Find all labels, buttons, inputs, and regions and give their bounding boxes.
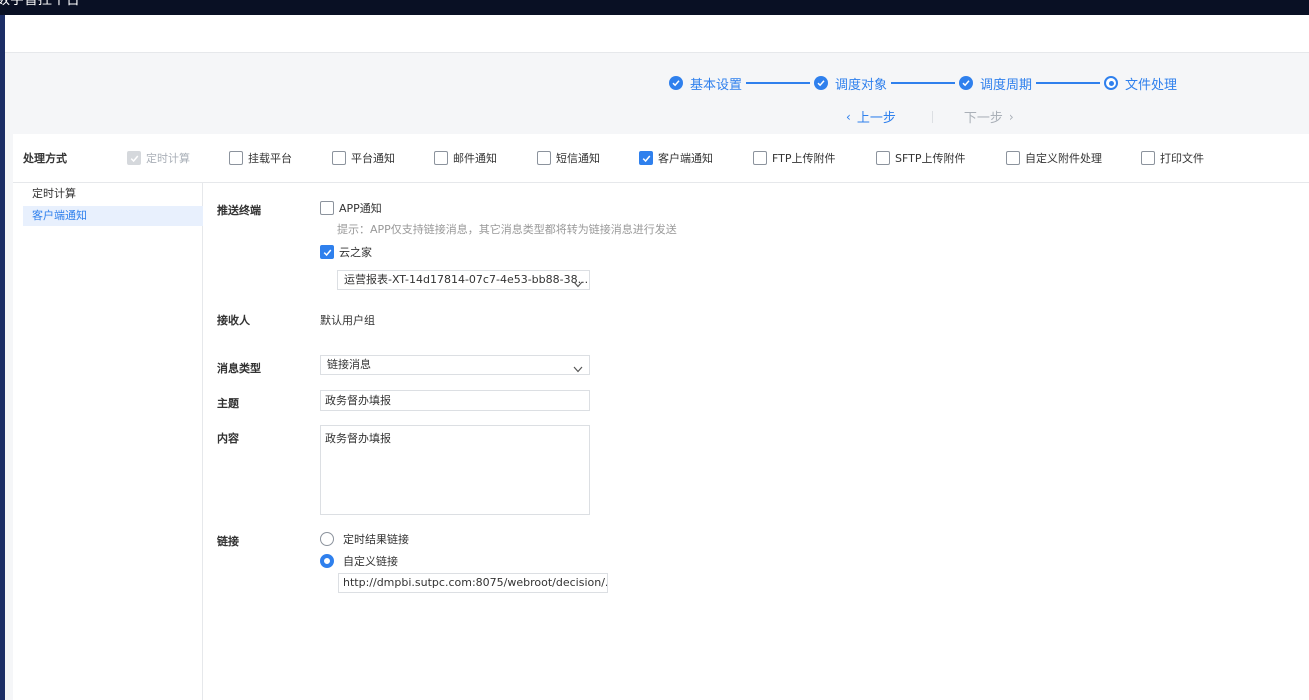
message-type-value: 链接消息 [327,358,371,371]
method-sidebar: 定时计算 客户端通知 [13,183,203,700]
yunzhijia-label: 云之家 [339,246,372,259]
next-step-label: 下一步 [963,111,1003,126]
method-label: 打印文件 [1160,152,1204,165]
link-option-label: 定时结果链接 [343,533,409,546]
method-label: 定时计算 [146,152,190,165]
link-option-label: 自定义链接 [343,555,398,568]
method-sftp-upload[interactable]: SFTP上传附件 [876,150,965,166]
top-bar [5,15,1309,53]
checkbox-icon[interactable] [332,151,346,165]
file-processing-panel: 处理方式 定时计算 挂载平台 平台通知 邮件通知 短信通知 客户端通知 FTP上… [13,134,1309,700]
method-custom-attachment[interactable]: 自定义附件处理 [1006,150,1102,166]
step-connector [891,82,956,84]
message-type-select[interactable]: 链接消息 [320,355,590,375]
step-schedule-period[interactable]: 调度周期 [959,74,1032,93]
method-ftp-upload[interactable]: FTP上传附件 [753,150,836,166]
step-file-processing[interactable]: 文件处理 [1104,74,1177,93]
content-textarea[interactable]: 政务督办填报 [320,425,590,515]
step-connector [1036,82,1101,84]
link-option-custom[interactable]: 自定义链接 [320,553,398,569]
main-window: 基本设置 调度对象 调度周期 文件处理 ‹ 上一步 下一步 › 处理方式 定时计… [5,15,1309,700]
step-label: 文件处理 [1125,77,1178,93]
app-notice-label: APP通知 [339,202,382,215]
method-print-file[interactable]: 打印文件 [1141,150,1204,166]
method-client-notice[interactable]: 客户端通知 [639,150,713,166]
method-label: 邮件通知 [453,152,497,165]
step-basic-settings[interactable]: 基本设置 [669,74,742,93]
chevron-down-icon [573,276,583,289]
step-indicator: 基本设置 调度对象 调度周期 文件处理 [669,73,1177,93]
app-notice-hint: 提示：APP仅支持链接消息，其它消息类型都将转为链接消息进行发送 [337,223,677,236]
step-navigation: ‹ 上一步 下一步 › [840,107,1020,127]
receiver-label: 接收人 [217,314,250,327]
checkbox-icon[interactable] [1141,151,1155,165]
chevron-right-icon: › [1008,109,1014,124]
check-circle-icon [959,76,974,90]
link-label: 链接 [217,535,239,548]
checkbox-icon[interactable] [537,151,551,165]
prev-step-label: 上一步 [856,111,896,126]
next-step-button[interactable]: 下一步 › [963,107,1020,127]
custom-link-input[interactable]: http://dmpbi.sutpc.com:8075/webroot/deci… [338,573,608,593]
yunzhijia-select-value: 运营报表-XT-14d17814-07c7-4e53-bb88-38... [344,273,589,286]
method-label: 挂载平台 [248,152,292,165]
chevron-left-icon: ‹ [846,109,851,124]
step-schedule-target[interactable]: 调度对象 [814,74,887,93]
yunzhijia-option[interactable]: 云之家 [320,244,372,260]
checkbox-checked-icon[interactable] [639,151,653,165]
checkbox-checked-disabled-icon [127,151,141,165]
checkbox-icon[interactable] [1006,151,1020,165]
processing-methods-label: 处理方式 [23,152,67,165]
check-circle-icon [814,76,829,90]
checkbox-checked-icon[interactable] [320,245,334,259]
method-sms-notice[interactable]: 短信通知 [537,150,600,166]
prev-step-button[interactable]: ‹ 上一步 [840,107,896,127]
radio-checked-icon[interactable] [320,554,334,568]
step-label: 基本设置 [690,77,743,93]
subject-label: 主题 [217,397,239,410]
sidebar-item-client-notice[interactable]: 客户端通知 [23,206,203,226]
step-connector [746,82,811,84]
processing-methods-row: 处理方式 定时计算 挂载平台 平台通知 邮件通知 短信通知 客户端通知 FTP上… [13,134,1309,183]
method-mount-platform[interactable]: 挂载平台 [229,150,292,166]
checkbox-icon[interactable] [320,201,334,215]
app-notice-option[interactable]: APP通知 [320,200,382,216]
subject-input[interactable]: 政务督办填报 [320,390,590,411]
app-title: 数字督控平台 [0,0,80,8]
sidebar-item-timed-calc[interactable]: 定时计算 [23,184,203,204]
current-step-icon [1104,76,1119,90]
message-type-label: 消息类型 [217,362,261,375]
radio-icon[interactable] [320,532,334,546]
method-label: 平台通知 [351,152,395,165]
checkbox-icon[interactable] [753,151,767,165]
checkbox-icon[interactable] [434,151,448,165]
method-label: 短信通知 [556,152,600,165]
method-platform-notice[interactable]: 平台通知 [332,150,395,166]
receiver-value: 默认用户组 [320,314,375,327]
checkbox-icon[interactable] [229,151,243,165]
checkbox-icon[interactable] [876,151,890,165]
client-notice-form: 推送终端 APP通知 提示：APP仅支持链接消息，其它消息类型都将转为链接消息进… [203,183,1309,700]
method-timed-calc: 定时计算 [127,150,190,166]
yunzhijia-select[interactable]: 运营报表-XT-14d17814-07c7-4e53-bb88-38... [337,270,590,290]
link-option-timed-result[interactable]: 定时结果链接 [320,531,409,547]
method-email-notice[interactable]: 邮件通知 [434,150,497,166]
nav-divider [931,110,933,123]
method-label: 自定义附件处理 [1025,152,1102,165]
method-label: SFTP上传附件 [895,152,966,165]
chevron-down-icon [573,361,583,374]
step-label: 调度对象 [835,77,888,93]
method-label: FTP上传附件 [772,152,836,165]
content-label: 内容 [217,432,239,445]
push-terminal-label: 推送终端 [217,204,261,217]
step-label: 调度周期 [980,77,1033,93]
method-label: 客户端通知 [658,152,713,165]
check-circle-icon [669,76,683,90]
